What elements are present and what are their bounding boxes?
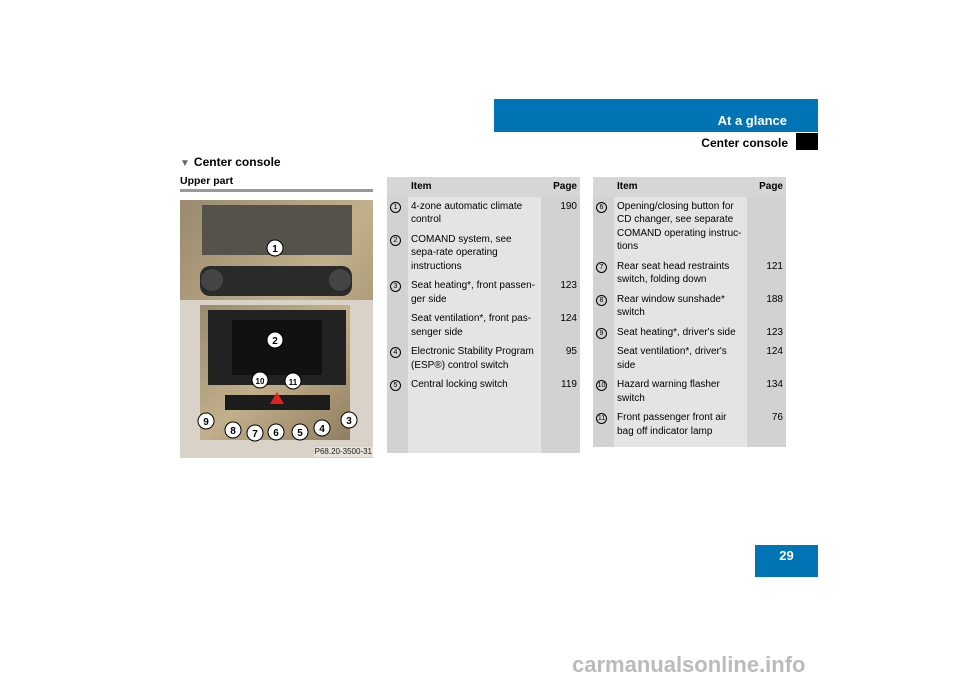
item-page: 76 — [747, 408, 786, 441]
item-page: 134 — [747, 375, 786, 408]
item-page: 190 — [541, 196, 580, 230]
item-page — [541, 229, 580, 276]
item-number: 10 — [596, 380, 607, 391]
chapter-header: At a glance — [494, 99, 818, 132]
item-number: 5 — [390, 380, 401, 391]
item-description: Opening/closing button for CD changer, s… — [614, 196, 747, 257]
item-page: 121 — [747, 256, 786, 290]
item-page: 188 — [747, 289, 786, 323]
callout-2: 2 — [266, 331, 284, 349]
callout-9: 9 — [197, 412, 215, 430]
table-header: Item Page — [593, 177, 786, 197]
item-number: 2 — [390, 234, 401, 246]
item-number: 1 — [390, 201, 401, 213]
svg-text:6: 6 — [273, 428, 279, 439]
table-row: 1 4-zone automatic climate control 190 — [387, 196, 580, 230]
page-number: 29 — [755, 545, 818, 577]
watermark: carmanualsonline.info — [572, 652, 806, 677]
table-row: 7 Rear seat head restraints switch, foldi… — [593, 256, 786, 290]
item-description: COMAND system, see sepa-rate operating i… — [408, 229, 541, 276]
callout-7: 7 — [246, 424, 264, 442]
triangle-icon: ▼ — [180, 158, 190, 169]
table-row: 8 Rear window sunshade* switch 188 — [593, 289, 786, 323]
table-row: 3 Seat heating*, front passen-ger side 123 — [387, 276, 580, 309]
svg-text:1: 1 — [272, 244, 278, 255]
table-filler — [387, 394, 580, 453]
table-row: 4 Electronic Stability Program (ESP®) con… — [387, 342, 580, 375]
divider — [180, 189, 373, 192]
callout-1: 1 — [266, 239, 284, 257]
table-row: Seat ventilation*, front pas-senger side… — [387, 309, 580, 342]
callout-5: 5 — [291, 423, 309, 441]
svg-text:4: 4 — [319, 424, 325, 435]
callout-10: 10 — [251, 371, 269, 389]
callout-6: 6 — [267, 423, 285, 441]
item-description: Rear seat head restraints switch, foldin… — [614, 256, 747, 290]
item-description: Front passenger front air bag off indica… — [614, 408, 747, 441]
table-row: 11 Front passenger front air bag off indi… — [593, 408, 786, 441]
item-description: Seat heating*, front passen-ger side — [408, 276, 541, 309]
item-number: 8 — [596, 294, 607, 306]
svg-text:2: 2 — [272, 336, 278, 347]
item-number: 7 — [596, 261, 607, 273]
item-description: Central locking switch — [408, 375, 541, 395]
item-description: Rear window sunshade* switch — [614, 289, 747, 323]
svg-text:9: 9 — [203, 417, 209, 428]
svg-text:3: 3 — [346, 416, 352, 427]
item-number: 6 — [596, 201, 607, 213]
item-page: 123 — [541, 276, 580, 309]
item-description: Hazard warning flasher switch — [614, 375, 747, 408]
callout-8: 8 — [224, 421, 242, 439]
callout-3: 3 — [340, 411, 358, 429]
table-row: 5 Central locking switch 119 — [387, 375, 580, 395]
chapter-title: At a glance — [717, 113, 787, 128]
section-header: Center console — [701, 136, 788, 150]
item-description: Seat ventilation*, front pas-senger side — [408, 309, 541, 342]
item-number: 9 — [596, 327, 607, 339]
item-page: 123 — [747, 322, 786, 342]
svg-text:8: 8 — [230, 426, 236, 437]
table-row: 6 Opening/closing button for CD changer, … — [593, 196, 786, 257]
callout-11: 11 — [284, 372, 302, 390]
svg-text:10: 10 — [256, 377, 265, 386]
item-number: 11 — [596, 413, 607, 424]
item-page — [747, 196, 786, 257]
section-title: ▼ Center console — [180, 155, 281, 169]
item-number: 3 — [390, 281, 401, 292]
table-row: Seat ventilation*, driver's side 124 — [593, 342, 786, 375]
center-console-photo: 1 2 3 4 5 6 7 8 9 10 11 — [180, 200, 373, 458]
item-description: Electronic Stability Program (ESP®) cont… — [408, 342, 541, 375]
item-number: 4 — [390, 347, 401, 358]
item-description: Seat heating*, driver's side — [614, 322, 747, 342]
svg-text:7: 7 — [252, 429, 258, 440]
table-row: 9 Seat heating*, driver's side 123 — [593, 322, 786, 342]
table-row: 2 COMAND system, see sepa-rate operating … — [387, 229, 580, 276]
item-page: 119 — [541, 375, 580, 395]
item-page: 124 — [541, 309, 580, 342]
manual-page: { "header":{"chapter":"At a glance","sec… — [0, 0, 960, 678]
item-page: 95 — [541, 342, 580, 375]
subsection-title: Upper part — [180, 175, 234, 187]
callout-4: 4 — [313, 419, 331, 437]
header-marker — [796, 133, 818, 150]
items-table-right: Item Page 6 Opening/closing button for CD c… — [593, 177, 786, 447]
table-row: 10 Hazard warning flasher switch 134 — [593, 375, 786, 408]
item-description: Seat ventilation*, driver's side — [614, 342, 747, 375]
figure-caption: P68.20-3500-31 — [313, 447, 373, 457]
item-description: 4-zone automatic climate control — [408, 196, 541, 230]
table-filler — [593, 441, 786, 447]
item-page: 124 — [747, 342, 786, 375]
svg-text:5: 5 — [297, 428, 303, 439]
table-header: Item Page — [387, 177, 580, 197]
svg-text:11: 11 — [289, 378, 298, 387]
items-table-left: Item Page 1 4-zone automatic climate contro… — [387, 177, 580, 453]
